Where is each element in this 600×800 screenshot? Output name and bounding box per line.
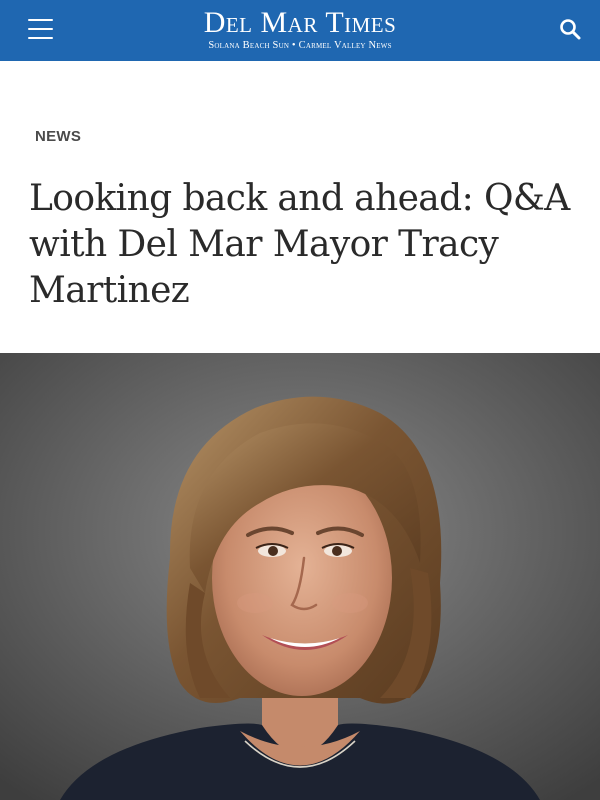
site-header: Del Mar Times Solana Beach Sun • Carmel … bbox=[0, 0, 600, 61]
site-logo[interactable]: Del Mar Times Solana Beach Sun • Carmel … bbox=[203, 5, 397, 52]
article-hero-image bbox=[0, 353, 600, 800]
masthead-subtitle: Solana Beach Sun • Carmel Valley News bbox=[208, 39, 392, 51]
article-page: Del Mar Times Solana Beach Sun • Carmel … bbox=[0, 0, 600, 800]
menu-line bbox=[28, 28, 53, 30]
menu-line bbox=[28, 19, 53, 21]
hamburger-menu-icon[interactable] bbox=[25, 16, 55, 42]
article-headline: Looking back and ahead: Q&A with Del Mar… bbox=[29, 178, 570, 311]
search-icon[interactable] bbox=[556, 15, 586, 45]
menu-line bbox=[28, 37, 53, 39]
category-label[interactable]: NEWS bbox=[35, 128, 81, 145]
masthead-title: Del Mar Times bbox=[203, 5, 397, 39]
